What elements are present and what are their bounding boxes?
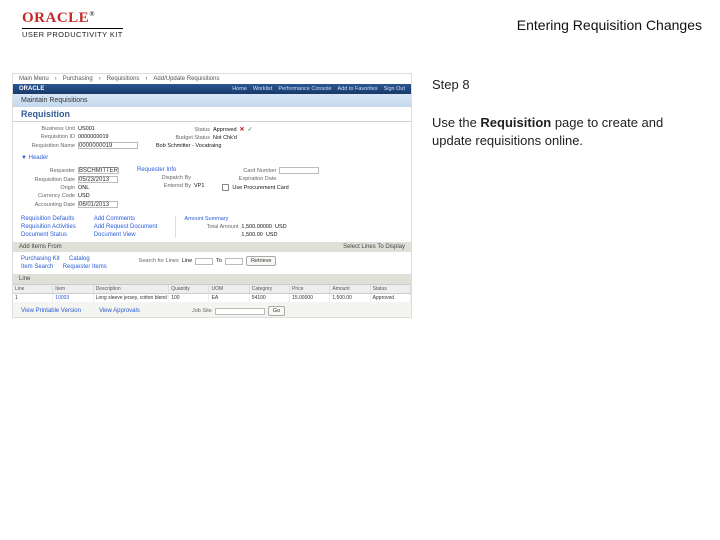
check-icon[interactable]: ✓ xyxy=(248,126,253,133)
page-title: Requisition xyxy=(13,107,411,122)
tab[interactable]: Add/Update Requisitions xyxy=(153,76,219,82)
breadcrumb: Maintain Requisitions xyxy=(13,94,411,107)
nav-signout[interactable]: Sign Out xyxy=(384,86,405,92)
app-brand: ORACLE xyxy=(19,86,44,92)
lbl-enteredby: Entered By xyxy=(137,183,191,189)
val-requester-name: Bob Schmitter - Vocatraing xyxy=(156,143,221,149)
lbl-reqid: Requisition ID xyxy=(21,134,75,140)
global-nav: Home Worklist Performance Console Add to… xyxy=(232,86,405,92)
val-total: 1,500.00000 xyxy=(241,224,272,230)
grid-title: Line xyxy=(19,276,30,282)
val-bu: US001 xyxy=(78,126,95,132)
brand: ORACLE® USER PRODUCTIVITY KIT xyxy=(22,10,123,39)
link-reqdefaults[interactable]: Requisition Defaults xyxy=(21,216,74,222)
lbl-budget: Budget Status xyxy=(156,135,210,141)
input-line-from[interactable] xyxy=(195,258,213,265)
lbl-origin: Origin xyxy=(21,185,75,191)
input-line-to[interactable] xyxy=(225,258,243,265)
val-budget: Not Chk'd xyxy=(213,135,237,141)
tab[interactable]: Main Menu xyxy=(19,76,49,82)
lbl-searchlines: Search for Lines xyxy=(125,258,179,264)
input-requester[interactable]: BSCHMITTER xyxy=(78,167,119,174)
lbl-jobsite: Job Site xyxy=(158,308,212,314)
link-catalog[interactable]: Catalog xyxy=(69,256,90,262)
input-reqdate[interactable]: 05/23/2013 xyxy=(78,176,118,183)
amount-summary-title: Amount Summary xyxy=(184,216,228,222)
input-cardnum[interactable] xyxy=(279,167,319,174)
select-lines-title: Select Lines To Display xyxy=(343,244,405,250)
breadcrumb-tabs: Main Menu › Purchasing › Requisitions › … xyxy=(13,74,411,84)
lbl-proc-card: Use Procurement Card xyxy=(232,185,288,191)
link-reqinfo[interactable]: Requester Info xyxy=(137,167,176,173)
lbl-expdate: Expiration Date xyxy=(222,176,276,182)
lbl-acctdate: Accounting Date xyxy=(21,202,75,208)
link-approvals[interactable]: View Approvals xyxy=(99,308,140,314)
add-items-title: Add Items From xyxy=(19,244,62,250)
lbl-status: Status xyxy=(156,127,210,133)
lbl-cardnum: Card Number xyxy=(222,168,276,174)
cancel-icon[interactable]: ✕ xyxy=(240,126,245,133)
lbl-dispatch: Dispatch By xyxy=(137,175,191,181)
input-reqname[interactable]: 0000000019 xyxy=(78,142,138,149)
link-reqitems[interactable]: Requester Items xyxy=(63,264,107,270)
tab[interactable]: Purchasing xyxy=(63,76,93,82)
lbl-bu: Business Unit xyxy=(21,126,75,132)
instruction-body: Use the Requisition page to create and u… xyxy=(432,114,692,149)
step-label: Step 8 xyxy=(432,77,692,92)
val-origin: ONL xyxy=(78,185,89,191)
tab[interactable]: Requisitions xyxy=(107,76,140,82)
link-addreqdoc[interactable]: Add Request Document xyxy=(94,224,158,230)
lbl-reqname: Requisition Name xyxy=(21,143,75,149)
embedded-screenshot: Main Menu › Purchasing › Requisitions › … xyxy=(12,73,412,318)
link-docstatus[interactable]: Document Status xyxy=(21,232,67,238)
instruction-bold: Requisition xyxy=(480,115,551,130)
checkbox-proc-card[interactable] xyxy=(222,184,229,191)
input-jobsite[interactable] xyxy=(215,308,265,315)
link-kit[interactable]: Purchasing Kit xyxy=(21,256,60,262)
header-toggle[interactable]: ▼ Header xyxy=(13,153,411,163)
link-reqactivities[interactable]: Requisition Activities xyxy=(21,224,76,230)
oracle-tm: ® xyxy=(89,10,95,18)
link-addcomments[interactable]: Add Comments xyxy=(94,216,135,222)
instruction-panel: Step 8 Use the Requisition page to creat… xyxy=(432,73,692,318)
instruction-pre: Use the xyxy=(432,115,480,130)
val-total2: 1,500.00 xyxy=(241,232,262,238)
link-itemsearch[interactable]: Item Search xyxy=(21,264,53,270)
nav-home[interactable]: Home xyxy=(232,86,247,92)
lbl-curr: Currency Code xyxy=(21,193,75,199)
lbl-total: Total Amount xyxy=(184,224,238,230)
table-row[interactable]: 110003Long sleeve jersey, cotton blend10… xyxy=(13,294,411,302)
doc-title: Entering Requisition Changes xyxy=(517,17,702,33)
retrieve-button[interactable]: Retrieve xyxy=(246,256,276,266)
val-curr: USD xyxy=(78,193,90,199)
val-enteredby: VP1 xyxy=(194,183,204,189)
nav-worklist[interactable]: Worklist xyxy=(253,86,272,92)
lbl-reqdate: Requisition Date xyxy=(21,177,75,183)
oracle-logo-text: ORACLE xyxy=(22,10,89,26)
upk-label: USER PRODUCTIVITY KIT xyxy=(22,28,123,39)
input-acctdate[interactable]: 06/01/2013 xyxy=(78,201,118,208)
link-printable[interactable]: View Printable Version xyxy=(21,308,81,314)
grid-header: LineItemDescriptionQuantityUOMCategoryPr… xyxy=(13,284,411,294)
nav-perf[interactable]: Performance Console xyxy=(278,86,331,92)
val-status: Approved xyxy=(213,127,237,133)
go-button[interactable]: Go xyxy=(268,306,285,316)
link-docview[interactable]: Document View xyxy=(94,232,136,238)
nav-fav[interactable]: Add to Favorites xyxy=(338,86,378,92)
lbl-requester: Requester xyxy=(21,168,75,174)
val-reqid: 0000000019 xyxy=(78,134,109,140)
oracle-logo: ORACLE® xyxy=(22,10,123,27)
